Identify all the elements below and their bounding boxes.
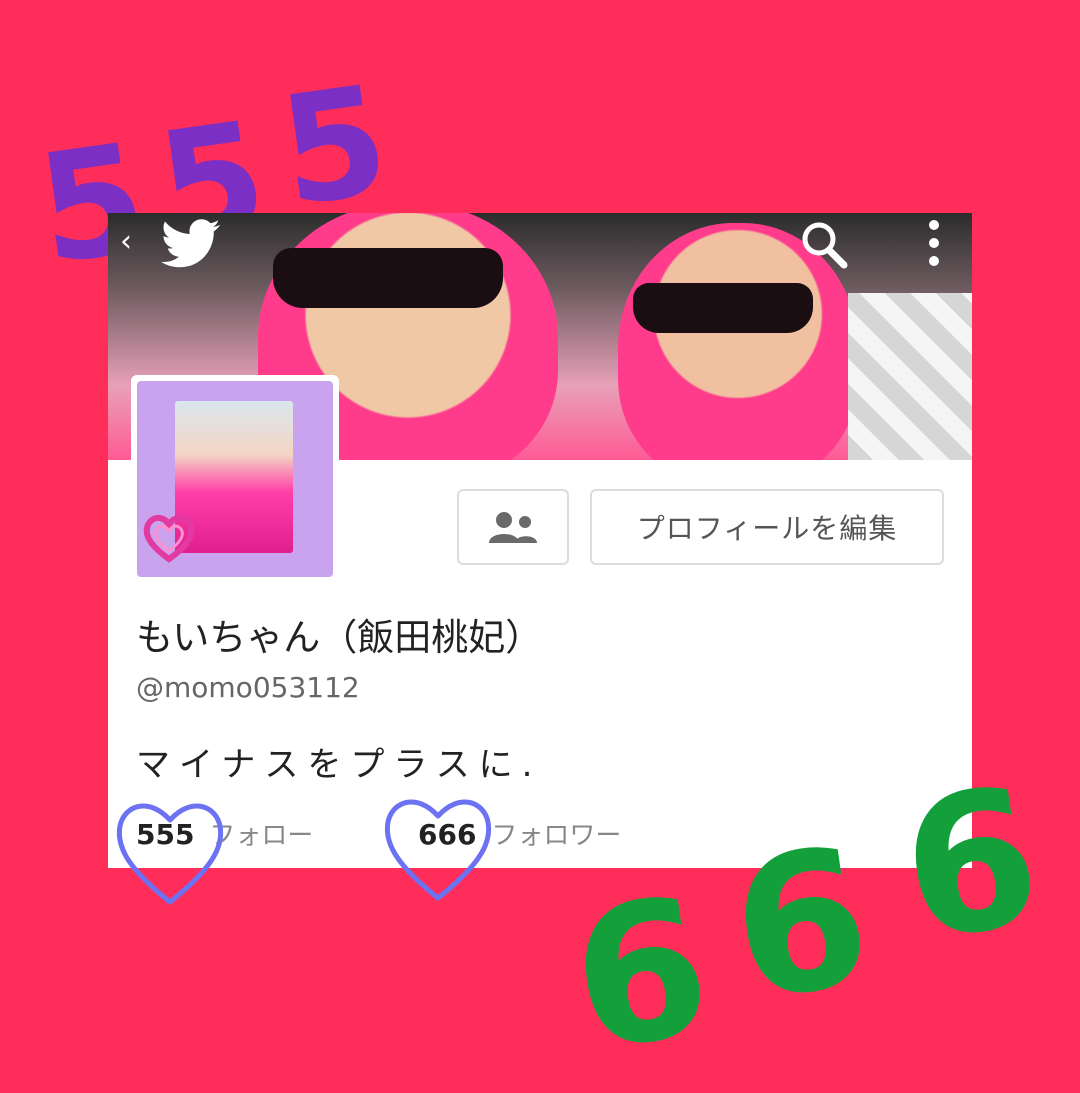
banner-sunglasses-right <box>633 283 813 333</box>
profile-name: もいちゃん（飯田桃妃） <box>136 616 543 659</box>
edit-profile-button[interactable]: プロフィールを編集 <box>590 489 944 565</box>
profile-handle: @momo053112 <box>136 671 360 704</box>
people-icon <box>489 512 537 543</box>
avatar-image <box>137 381 333 577</box>
avatar[interactable] <box>131 375 339 577</box>
heart-icon <box>143 515 195 563</box>
followers-label: フォロワー <box>491 821 622 851</box>
profile-bio: マイナスをプラスに. <box>136 745 542 785</box>
follow-people-button[interactable] <box>457 489 569 565</box>
banner-sunglasses-left <box>273 248 503 308</box>
search-icon[interactable] <box>798 217 852 271</box>
back-icon[interactable]: ‹ <box>120 227 132 257</box>
heart-outline-left-icon <box>116 803 224 905</box>
decor-digit-6-c: 6 <box>890 745 1052 984</box>
banner-checker-floor <box>848 293 972 460</box>
decor-digit-6-a: 6 <box>560 855 722 1093</box>
decor-digit-6-b: 6 <box>720 805 882 1044</box>
more-options-icon[interactable] <box>924 217 944 273</box>
twitter-bird-icon <box>161 219 220 268</box>
decor-digit-5-c: 5 <box>270 53 398 241</box>
profile-card: ‹ プロフィールを編集 もいちゃん（飯田桃妃） @momo053112 マイナス… <box>108 213 972 868</box>
heart-outline-right-icon <box>384 799 492 901</box>
